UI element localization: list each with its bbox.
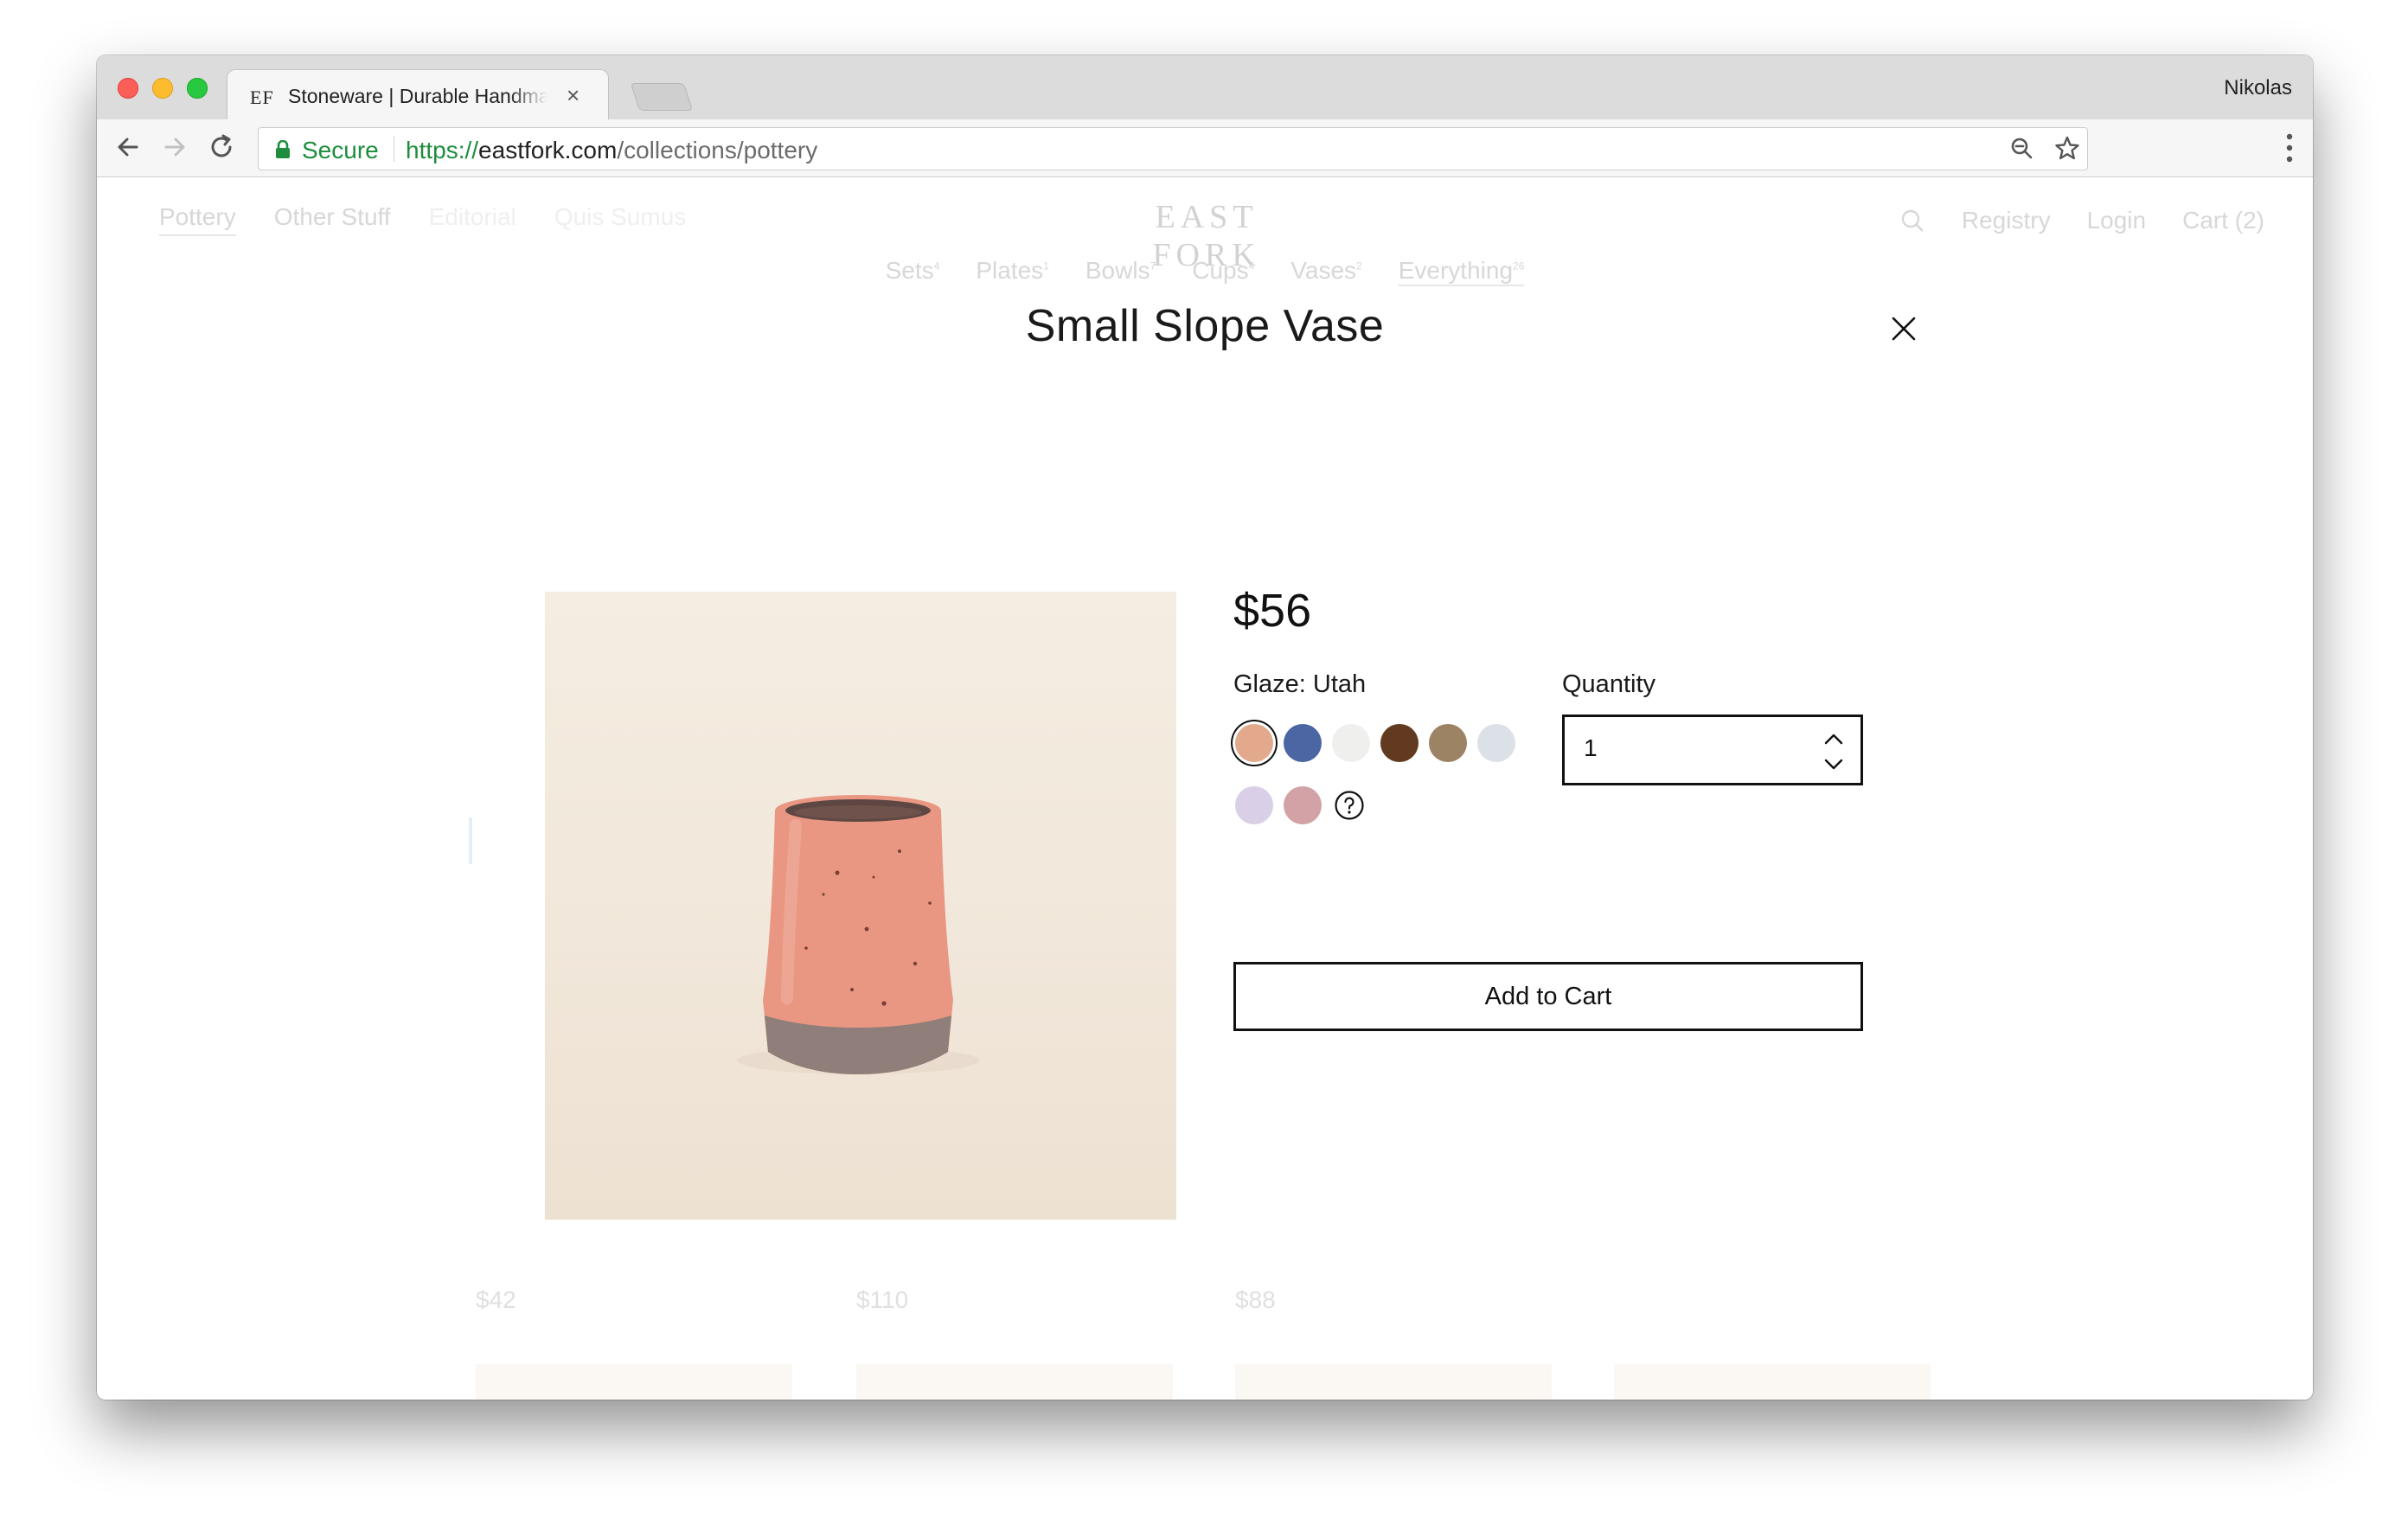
url-text[interactable]: https://eastfork.com/collections/pottery <box>406 137 817 164</box>
subnav-sets[interactable]: Sets4 <box>886 257 940 286</box>
browser-window: EF Stoneware | Durable Handmade × Nikola… <box>97 55 2313 1400</box>
swatch-white[interactable] <box>1332 724 1370 762</box>
grid-price: $42 <box>476 1286 516 1313</box>
window-close-button[interactable] <box>118 78 138 99</box>
swatch-pale-grey[interactable] <box>1477 724 1515 762</box>
vase-image <box>737 795 979 1074</box>
browser-menu-icon[interactable] <box>2285 131 2294 164</box>
subnav-label: Cups <box>1192 257 1249 284</box>
close-icon[interactable] <box>1889 314 1918 343</box>
swatch-blue[interactable] <box>1284 724 1322 762</box>
site-nav-primary: Pottery Other Stuff Editorial Quis Sumus <box>159 203 686 236</box>
glaze-label: Glaze: Utah <box>1233 670 1367 698</box>
swatch-rose[interactable] <box>1284 786 1322 824</box>
add-to-cart-button[interactable]: Add to Cart <box>1233 962 1863 1031</box>
address-bar[interactable]: Secure https://eastfork.com/collections/… <box>258 127 2088 170</box>
subnav-count: 2 <box>1356 260 1362 272</box>
subnav-count: 7 <box>1150 260 1156 272</box>
subnav-count: 4 <box>1248 260 1255 272</box>
product-title: Small Slope Vase <box>1025 301 1385 351</box>
profile-name[interactable]: Nikolas <box>2224 76 2292 100</box>
nav-item-other-stuff[interactable]: Other Stuff <box>274 203 391 236</box>
reload-icon[interactable] <box>204 130 239 164</box>
window-maximize-button[interactable] <box>187 78 208 99</box>
quantity-value: 1 <box>1584 734 1598 761</box>
nav-item-login[interactable]: Login <box>2087 207 2147 234</box>
back-arrow-icon[interactable] <box>111 130 145 164</box>
subnav-everything[interactable]: Everything26 <box>1398 257 1525 286</box>
nav-item-registry[interactable]: Registry <box>1962 207 2051 234</box>
subnav-vases[interactable]: Vases2 <box>1290 257 1361 286</box>
grid-product-card[interactable] <box>1235 1364 1552 1400</box>
subnav-bowls[interactable]: Bowls7 <box>1086 257 1156 286</box>
nav-item-cart[interactable]: Cart (2) <box>2182 207 2264 234</box>
security-label: Secure <box>302 137 379 163</box>
subnav-count: 4 <box>933 260 940 272</box>
url-path: /collections/pottery <box>617 137 818 163</box>
site-favicon-icon: EF <box>250 87 274 108</box>
nav-item-editorial[interactable]: Editorial <box>429 203 516 236</box>
grid-product-card[interactable] <box>1614 1364 1931 1400</box>
subnav-plates[interactable]: Plates1 <box>976 257 1049 286</box>
swatch-lilac[interactable] <box>1235 786 1273 824</box>
page-viewport: Pottery Other Stuff Editorial Quis Sumus… <box>97 177 2313 1400</box>
search-icon[interactable] <box>1899 208 1925 234</box>
spinner-arrows-icon[interactable] <box>1822 729 1845 774</box>
subnav-label: Bowls <box>1085 257 1150 284</box>
collection-subnav: Sets4 Plates1 Bowls7 Cups4 Vases2 Everyt… <box>97 257 2313 286</box>
product-price: $56 <box>1233 585 1312 637</box>
site-nav-secondary: Registry Login Cart (2) <box>1899 207 2264 234</box>
scroll-indicator <box>469 817 472 864</box>
url-host: eastfork.com <box>478 137 618 163</box>
bookmark-star-icon[interactable] <box>2053 134 2082 163</box>
quantity-label: Quantity <box>1562 670 1656 698</box>
browser-tab-active[interactable]: EF Stoneware | Durable Handmade × <box>227 69 609 120</box>
tab-strip: EF Stoneware | Durable Handmade × Nikola… <box>97 55 2313 120</box>
subnav-label: Sets <box>885 257 934 284</box>
window-minimize-button[interactable] <box>152 78 173 99</box>
tab-close-icon[interactable]: × <box>567 82 580 109</box>
new-tab-button[interactable] <box>630 83 694 111</box>
swatch-utah[interactable] <box>1235 724 1273 762</box>
help-icon[interactable] <box>1334 790 1365 821</box>
subnav-label: Plates <box>976 257 1044 284</box>
product-image <box>545 592 1176 1220</box>
swatch-taupe[interactable] <box>1429 724 1467 762</box>
subnav-cups[interactable]: Cups4 <box>1192 257 1254 286</box>
nav-item-pottery[interactable]: Pottery <box>159 203 236 236</box>
grid-price: $110 <box>856 1286 909 1313</box>
url-scheme: https:// <box>406 137 479 163</box>
browser-toolbar: Secure https://eastfork.com/collections/… <box>97 119 2313 177</box>
subnav-count: 26 <box>1513 260 1525 272</box>
lock-icon <box>276 140 290 158</box>
quantity-stepper[interactable]: 1 <box>1562 715 1863 785</box>
swatch-brown[interactable] <box>1380 724 1419 762</box>
subnav-count: 1 <box>1043 260 1049 272</box>
zoom-icon[interactable] <box>2008 134 2037 163</box>
grid-product-card[interactable] <box>476 1364 792 1400</box>
nav-item-quis-sumus[interactable]: Quis Sumus <box>554 203 687 236</box>
subnav-label: Vases <box>1290 257 1357 284</box>
grid-price: $88 <box>1235 1286 1276 1313</box>
grid-product-card[interactable] <box>856 1364 1173 1400</box>
forward-arrow-icon[interactable] <box>157 130 192 164</box>
tab-title: Stoneware | Durable Handmade <box>288 85 548 107</box>
subnav-label: Everything <box>1398 257 1514 284</box>
